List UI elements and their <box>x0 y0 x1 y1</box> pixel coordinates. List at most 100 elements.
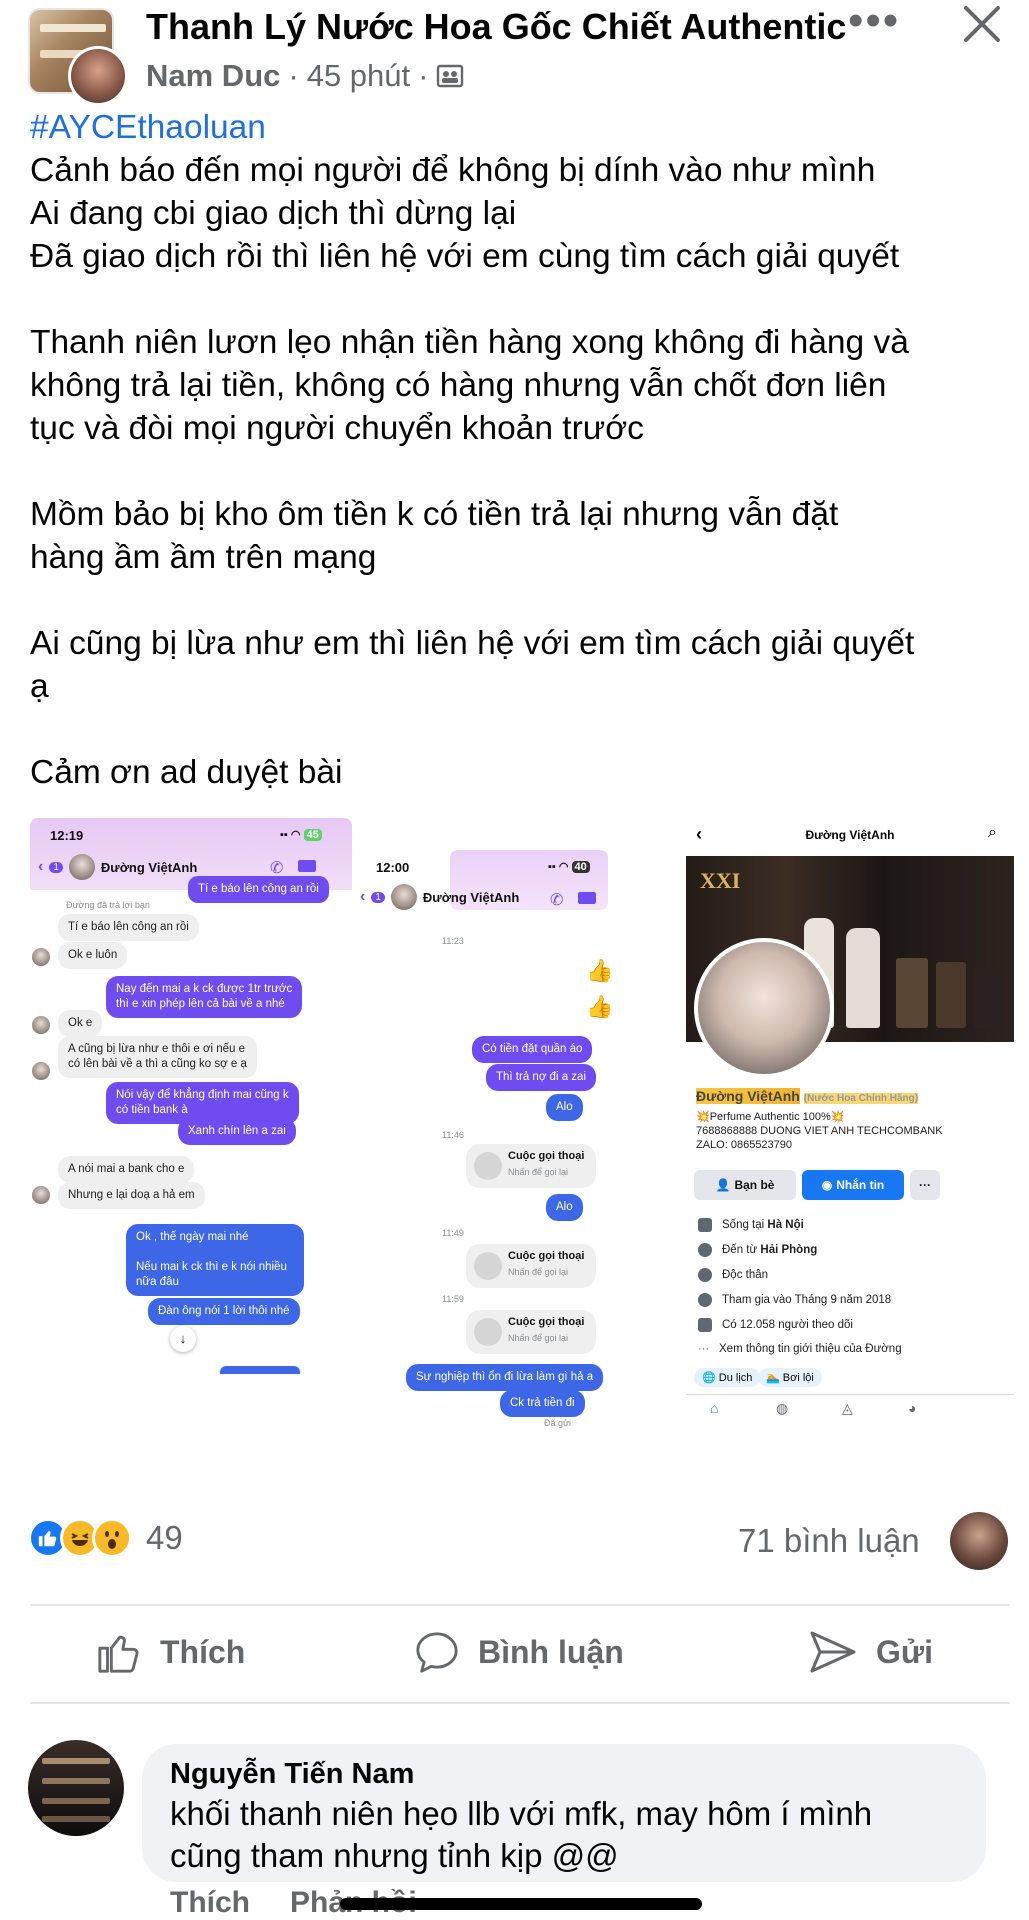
friends-button[interactable]: 👤 Bạn bè <box>694 1170 796 1200</box>
notifications-tab-icon[interactable]: ◬ <box>842 1400 853 1417</box>
message-bubble: Ok , thế ngày mai nhé Nếu mai k ck thì e… <box>126 1224 304 1296</box>
hobby-chip-travel[interactable]: 🌐 Du lịch <box>694 1368 761 1387</box>
contact-name[interactable]: Đường ViệtAnh <box>101 860 197 875</box>
home-icon <box>698 1218 712 1232</box>
contact-avatar[interactable] <box>390 884 417 910</box>
globe-icon: 🌐 <box>702 1372 716 1384</box>
back-chevron-icon[interactable]: ‹ <box>38 858 43 876</box>
phone-icon <box>474 1152 502 1180</box>
commenter-name[interactable]: Nguyễn Tiến Nam <box>170 1758 958 1791</box>
message-bubble: A nói mai a bank cho e <box>58 1156 195 1183</box>
post-line: Cảnh báo đến mọi người để không bị dính … <box>30 152 876 189</box>
comment-count[interactable]: 71 bình luận <box>738 1522 920 1560</box>
group-privacy-icon <box>437 64 464 88</box>
voice-call-card[interactable]: Cuộc gọi thoại Nhấn để gọi lại <box>466 1144 596 1188</box>
cover-bottle-label: XXI <box>700 868 741 893</box>
info-relationship: Độc thân <box>698 1268 768 1282</box>
author-name[interactable]: Nam Duc <box>146 58 280 94</box>
video-call-icon[interactable] <box>578 892 596 904</box>
message-bubble: Có tiền đặt quần áo <box>472 1036 593 1063</box>
group-avatar[interactable] <box>28 8 128 106</box>
hobby-chip-swimming[interactable]: 🏊 Bơi lội <box>758 1368 822 1387</box>
unread-badge: 1 <box>49 861 63 873</box>
more-button[interactable]: ··· <box>910 1170 940 1200</box>
message-time: 11:23 <box>442 936 464 946</box>
comment-icon <box>416 1632 458 1673</box>
more-horizontal-icon[interactable]: ••• <box>848 0 900 43</box>
heart-icon <box>698 1268 712 1282</box>
meta-separator-2: · <box>418 58 429 93</box>
post-line: Ai đang cbi giao dịch thì dừng lại <box>30 195 517 232</box>
profile-screenshot[interactable]: ‹ Đường ViệtAnh ⌕ XXI Đường ViệtAnh (Nướ… <box>686 818 1014 1478</box>
reply-note: Đường đã trả lời bạn <box>66 900 150 910</box>
groups-tab-icon[interactable]: ◍ <box>776 1400 788 1417</box>
call-icon[interactable]: ✆ <box>270 858 283 878</box>
message-bubble: Thì trả nợ đi a zai <box>486 1064 596 1091</box>
swim-icon: 🏊 <box>766 1372 780 1384</box>
commenter-avatar[interactable] <box>950 1512 1008 1570</box>
info-see-about[interactable]: ··· Xem thông tin giới thiệu của Đường <box>698 1343 902 1355</box>
reactions-summary[interactable]: 49 <box>28 1518 183 1558</box>
message-time: 11:59 <box>442 1294 464 1304</box>
divider <box>30 1604 1010 1606</box>
post-meta: Nam Duc · 45 phút · <box>146 58 464 94</box>
profile-bio: 💥Perfume Authentic 100%💥 7688868888 DUON… <box>696 1111 943 1151</box>
like-button[interactable]: Thích <box>96 1622 245 1682</box>
message-bubble: Ok e <box>58 1010 103 1037</box>
contact-avatar[interactable] <box>68 854 95 880</box>
profile-avatar[interactable] <box>694 938 834 1078</box>
message-bubble-partial <box>220 1366 300 1374</box>
home-tab-icon[interactable]: ⌂ <box>710 1400 718 1416</box>
contact-avatar-small <box>32 1186 50 1204</box>
post-line: Mồm bảo bị kho ôm tiền k có tiền trả lại… <box>30 496 839 576</box>
reaction-count[interactable]: 49 <box>146 1519 183 1557</box>
message-bubble: Sự nghiệp thì ổn đi lừa làm gì hả a <box>406 1364 604 1391</box>
commenter-avatar-large[interactable] <box>28 1740 124 1836</box>
info-lives-in: Sống tại Hà Nội <box>698 1218 804 1232</box>
video-call-icon[interactable] <box>298 860 316 872</box>
contact-avatar-small <box>32 948 50 966</box>
message-bubble: Ck trả tiền đi <box>500 1390 585 1417</box>
contact-avatar-small <box>32 1062 50 1080</box>
post-image-collage[interactable]: 12:19 ▪▪ ◠ 45 ‹ 1 Đường ViệtAnh ✆ Tí e b… <box>30 818 1014 1484</box>
status-icons: ▪▪ ◠ 40 <box>548 860 590 873</box>
message-bubble: Alo <box>546 1094 583 1121</box>
contact-name[interactable]: Đường ViệtAnh <box>423 890 519 905</box>
message-bubble: Đàn ông nói 1 lời thôi nhé <box>148 1298 300 1325</box>
post-line: Ai cũng bị lừa như em thì liên hệ với em… <box>30 625 915 705</box>
post-hashtag[interactable]: #AYCEthaoluan <box>30 106 1010 149</box>
sent-status: Đã gửi <box>544 1418 572 1428</box>
voice-call-card[interactable]: Cuộc gọi thoại Nhấn để gọi lại <box>466 1244 596 1288</box>
profile-title: Đường ViệtAnh <box>805 828 895 842</box>
profile-name: Đường ViệtAnh (Nước Hoa Chính Hãng) <box>696 1088 919 1104</box>
post-body: #AYCEthaoluan Cảnh báo đến mọi người để … <box>30 106 1010 794</box>
home-indicator[interactable] <box>340 1898 702 1910</box>
group-title[interactable]: Thanh Lý Nước Hoa Gốc Chiết Authentic <box>146 6 846 48</box>
voice-call-card[interactable]: Cuộc gọi thoại Nhấn để gọi lại <box>466 1310 596 1354</box>
status-time: 12:00 <box>376 860 410 875</box>
back-chevron-icon[interactable]: ‹ <box>360 888 365 906</box>
status-icons: ▪▪ ◠ 45 <box>280 828 322 841</box>
post-time[interactable]: 45 phút <box>307 58 410 94</box>
messenger-icon: ◉ <box>821 1178 833 1192</box>
call-icon[interactable]: ✆ <box>550 890 563 910</box>
comment-button[interactable]: Bình luận <box>414 1622 624 1682</box>
author-avatar[interactable] <box>68 46 128 106</box>
thumbs-up-icon: 👍 <box>586 958 614 983</box>
message-time: 11:49 <box>442 1228 464 1238</box>
message-time: 11:46 <box>442 1130 464 1140</box>
search-icon[interactable]: ⌕ <box>988 824 997 842</box>
comment-like-link[interactable]: Thích <box>170 1886 250 1920</box>
scroll-down-icon[interactable]: ↓ <box>170 1326 196 1352</box>
message-button[interactable]: ◉ Nhắn tin <box>802 1170 904 1200</box>
contact-avatar-small <box>32 1016 50 1034</box>
close-icon[interactable] <box>960 2 1004 46</box>
chat-screenshot-1[interactable]: 12:19 ▪▪ ◠ 45 ‹ 1 Đường ViệtAnh ✆ Tí e b… <box>30 818 352 1478</box>
info-followers: Có 12.058 người theo dõi <box>698 1318 853 1332</box>
chat-screenshot-2[interactable]: 12:00 ▪▪ ◠ 40 ‹ 1 Đường ViệtAnh ✆ 11:23 … <box>360 818 690 1478</box>
message-bubble: Tí e báo lên công an rồi <box>188 876 329 903</box>
menu-tab-icon[interactable]: ◕ <box>908 1400 916 1416</box>
post-line: Thanh niên lươn lẹo nhận tiền hàng xong … <box>30 324 909 447</box>
send-button[interactable]: Gửi <box>808 1622 933 1682</box>
location-pin-icon <box>698 1243 712 1257</box>
